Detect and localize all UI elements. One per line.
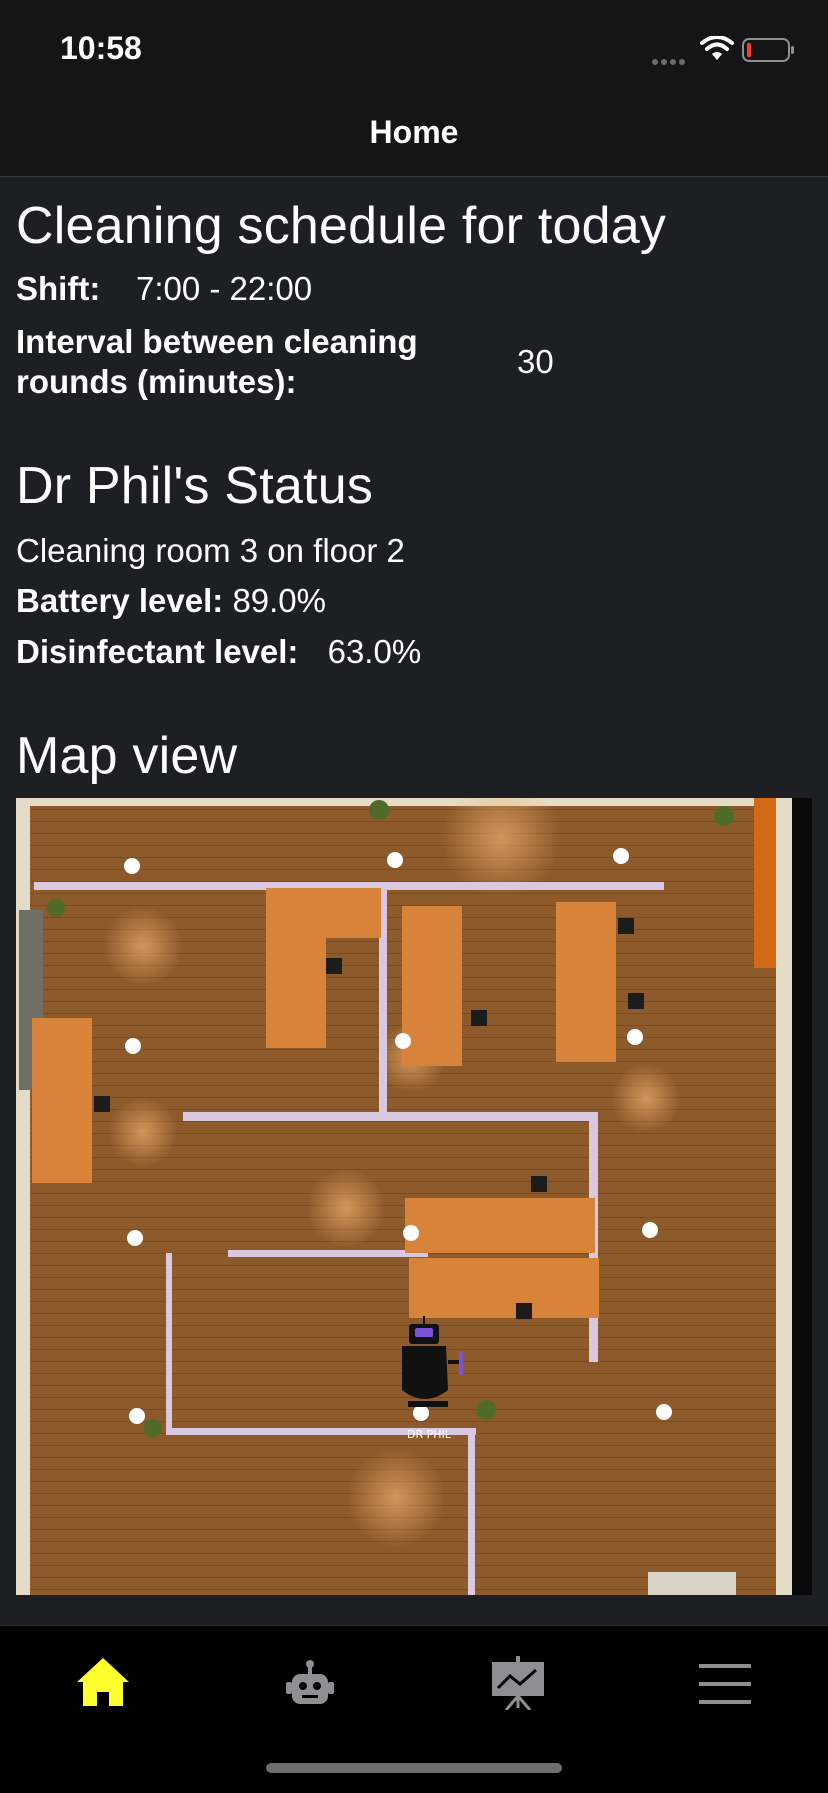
shift-value: 7:00 - 22:00	[136, 270, 313, 307]
disinfectant-label: Disinfectant level:	[16, 633, 299, 670]
chart-icon	[492, 1656, 544, 1711]
interval-label-line1: Interval between cleaning	[16, 323, 418, 360]
shift-label: Shift:	[16, 270, 101, 307]
battery-row: Battery level: 89.0%	[16, 582, 326, 620]
robot-status-title: Dr Phil's Status	[16, 457, 374, 515]
menu-icon	[699, 1664, 751, 1704]
map-view[interactable]: DR PHIL	[16, 798, 812, 1595]
status-time: 10:58	[60, 30, 142, 66]
robot-activity: Cleaning room 3 on floor 2	[16, 532, 405, 569]
nav-bar: Home	[0, 98, 828, 177]
interval-value: 30	[517, 343, 554, 380]
page-title: Home	[369, 114, 459, 150]
status-bar: 10:58	[0, 0, 828, 98]
tab-statistics[interactable]	[478, 1650, 558, 1711]
interval-label-line2: rounds (minutes):	[16, 363, 297, 400]
tab-home[interactable]	[63, 1650, 143, 1710]
map-title: Map view	[16, 727, 238, 785]
battery-label: Battery level:	[16, 582, 224, 619]
battery-icon	[742, 38, 796, 69]
tab-menu[interactable]	[685, 1650, 765, 1710]
wifi-icon	[700, 35, 734, 67]
disinfectant-row: Disinfectant level: 63.0%	[16, 633, 421, 671]
home-indicator	[266, 1763, 562, 1773]
tab-robot[interactable]	[270, 1650, 350, 1710]
robot-icon	[286, 1660, 334, 1704]
cellular-signal-icon	[652, 52, 688, 70]
interval-label: Interval between cleaning rounds (minute…	[16, 322, 418, 402]
floor-plan-map	[16, 798, 812, 1595]
shift-row: Shift:	[16, 270, 100, 308]
robot-label: DR PHIL	[407, 1428, 451, 1441]
battery-value: 89.0%	[232, 582, 327, 619]
schedule-title: Cleaning schedule for today	[16, 197, 667, 255]
disinfectant-value: 63.0%	[327, 633, 422, 670]
home-icon	[77, 1658, 129, 1706]
